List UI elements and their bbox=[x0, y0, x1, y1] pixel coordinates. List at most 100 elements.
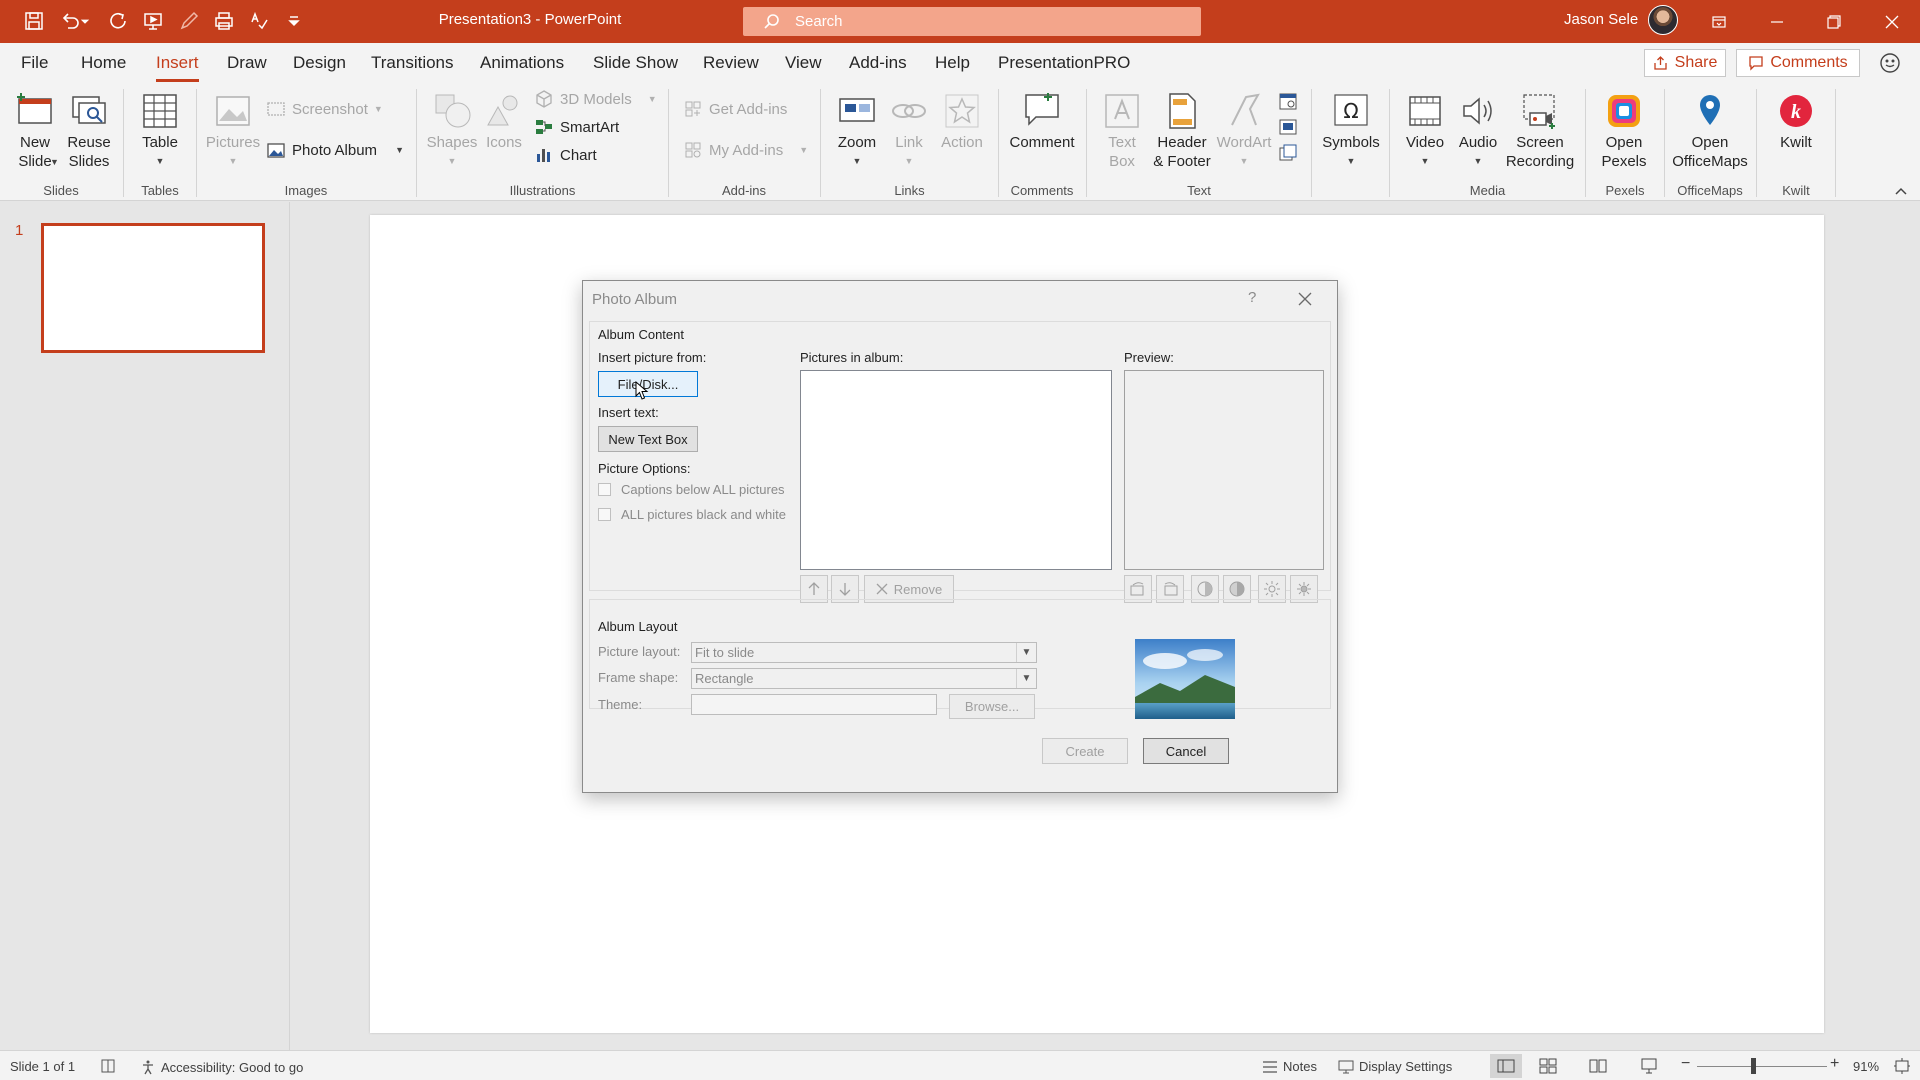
chart-button[interactable]: Chart bbox=[534, 143, 597, 167]
audio-button[interactable]: Audio ▼ bbox=[1453, 91, 1503, 171]
status-bar: Slide 1 of 1 Accessibility: Good to go N… bbox=[0, 1050, 1920, 1080]
slide-show-view-icon[interactable] bbox=[1640, 1057, 1658, 1075]
fit-slide-to-window-icon[interactable] bbox=[1893, 1057, 1911, 1075]
zoom-out-icon[interactable]: − bbox=[1681, 1055, 1690, 1073]
insert-object-icon[interactable] bbox=[1278, 143, 1298, 163]
create-button[interactable]: Create bbox=[1042, 738, 1128, 764]
symbols-button[interactable]: Ω Symbols ▼ bbox=[1320, 91, 1382, 171]
avatar[interactable] bbox=[1648, 5, 1678, 35]
tab-animations[interactable]: Animations bbox=[480, 53, 564, 73]
table-button[interactable]: Table ▼ bbox=[135, 91, 185, 171]
ribbon-display-options-icon[interactable] bbox=[1691, 0, 1747, 43]
accessibility-status[interactable]: Accessibility: Good to go bbox=[140, 1059, 303, 1075]
feedback-smiley-icon[interactable] bbox=[1878, 51, 1902, 75]
smartart-button[interactable]: SmartArt bbox=[534, 115, 619, 139]
display-settings-button[interactable]: Display Settings bbox=[1338, 1059, 1452, 1074]
tab-review[interactable]: Review bbox=[703, 53, 759, 73]
notes-button[interactable]: Notes bbox=[1262, 1059, 1317, 1074]
dialog-close-icon[interactable] bbox=[1295, 289, 1315, 309]
tab-help[interactable]: Help bbox=[935, 53, 970, 73]
zoom-button[interactable]: Zoom ▼ bbox=[832, 91, 882, 171]
slide-sorter-icon[interactable] bbox=[1539, 1058, 1557, 1074]
links-group-label: Links bbox=[894, 183, 925, 198]
link-button[interactable]: Link ▼ bbox=[886, 91, 932, 171]
text-box-label: Text Box bbox=[1108, 134, 1136, 170]
comments-label: Comments bbox=[1770, 54, 1848, 71]
action-button[interactable]: Action bbox=[938, 91, 986, 152]
remove-label: Remove bbox=[893, 581, 943, 597]
zoom-level[interactable]: 91% bbox=[1853, 1059, 1879, 1074]
wordart-button[interactable]: WordArt ▼ bbox=[1216, 91, 1272, 171]
zoom-in-icon[interactable]: + bbox=[1830, 1055, 1839, 1073]
picture-layout-select[interactable]: Fit to slide ▼ bbox=[691, 642, 1037, 663]
help-icon[interactable]: ? bbox=[1248, 289, 1256, 306]
video-button[interactable]: Video ▼ bbox=[1400, 91, 1450, 171]
wordart-label: WordArt bbox=[1216, 134, 1272, 151]
tab-add-ins[interactable]: Add-ins bbox=[849, 53, 907, 73]
screenshot-button[interactable]: Screenshot ▼ bbox=[266, 97, 383, 121]
cancel-button[interactable]: Cancel bbox=[1143, 738, 1229, 764]
open-pexels-button[interactable]: Open Pexels bbox=[1598, 91, 1650, 171]
chevron-down-icon: ▼ bbox=[1016, 669, 1036, 688]
text-box-icon bbox=[1105, 94, 1139, 128]
text-box-button[interactable]: Text Box bbox=[1098, 91, 1146, 171]
frame-shape-select[interactable]: Rectangle ▼ bbox=[691, 668, 1037, 689]
close-icon[interactable] bbox=[1864, 0, 1920, 43]
captions-below-checkbox[interactable] bbox=[598, 483, 611, 496]
zoom-slider-thumb[interactable] bbox=[1751, 1058, 1756, 1074]
new-text-box-button[interactable]: New Text Box bbox=[598, 426, 698, 452]
restore-icon[interactable] bbox=[1806, 0, 1862, 43]
photo-album-button[interactable]: Photo Album ▼ bbox=[266, 138, 404, 162]
picture-options-label: Picture Options: bbox=[598, 461, 691, 476]
images-group-label: Images bbox=[284, 183, 328, 198]
tab-file[interactable]: File bbox=[21, 53, 48, 73]
reading-view-icon[interactable] bbox=[1589, 1058, 1607, 1074]
pictures-label: Pictures bbox=[205, 134, 261, 151]
black-white-checkbox[interactable] bbox=[598, 508, 611, 521]
shapes-button[interactable]: Shapes ▼ bbox=[426, 91, 478, 171]
minimize-icon[interactable] bbox=[1749, 0, 1805, 43]
photo-album-dialog: Photo Album ? Album Content Insert pictu… bbox=[582, 280, 1338, 793]
tab-draw[interactable]: Draw bbox=[227, 53, 267, 73]
tab-slide-show[interactable]: Slide Show bbox=[593, 53, 678, 73]
tab-insert[interactable]: Insert bbox=[156, 53, 199, 82]
tab-home[interactable]: Home bbox=[81, 53, 126, 73]
slide-number-icon[interactable] bbox=[1278, 117, 1298, 137]
smartart-label: SmartArt bbox=[560, 118, 620, 136]
search-box[interactable]: Search bbox=[743, 7, 1201, 36]
icons-button[interactable]: Icons bbox=[481, 91, 527, 152]
brightness-up-icon bbox=[1264, 581, 1280, 597]
share-icon bbox=[1653, 56, 1667, 70]
browse-button[interactable]: Browse... bbox=[949, 694, 1035, 719]
date-time-icon[interactable] bbox=[1278, 91, 1298, 111]
kwilt-button[interactable]: k Kwilt bbox=[1772, 91, 1820, 152]
comments-button[interactable]: Comments bbox=[1736, 49, 1860, 77]
open-officemaps-button[interactable]: Open OfficeMaps bbox=[1668, 91, 1752, 171]
get-add-ins-button[interactable]: Get Add-ins bbox=[683, 97, 787, 121]
pexels-group-label: Pexels bbox=[1605, 183, 1645, 198]
tab-presentationpro[interactable]: PresentationPRO bbox=[998, 53, 1130, 73]
slide-thumbnail[interactable] bbox=[41, 223, 265, 353]
tab-design[interactable]: Design bbox=[293, 53, 346, 73]
spelling-check-icon[interactable] bbox=[99, 1057, 117, 1075]
tab-view[interactable]: View bbox=[785, 53, 822, 73]
user-name[interactable]: Jason Sele bbox=[1564, 11, 1638, 28]
media-group-label: Media bbox=[1469, 183, 1506, 198]
tab-transitions[interactable]: Transitions bbox=[371, 53, 454, 73]
3d-models-button[interactable]: 3D Models ▼ bbox=[534, 87, 657, 111]
comment-button[interactable]: Comment bbox=[1006, 91, 1078, 152]
zoom-slider-track[interactable] bbox=[1697, 1066, 1827, 1067]
pictures-in-album-label: Pictures in album: bbox=[800, 350, 904, 365]
header-footer-button[interactable]: Header & Footer bbox=[1150, 91, 1214, 171]
reuse-slides-button[interactable]: Reuse Slides bbox=[64, 91, 114, 171]
pictures-button[interactable]: Pictures ▼ bbox=[205, 91, 261, 171]
share-button[interactable]: Share bbox=[1644, 49, 1726, 77]
pictures-in-album-list[interactable] bbox=[800, 370, 1112, 570]
screen-recording-button[interactable]: Screen Recording bbox=[1506, 91, 1574, 171]
my-add-ins-label: My Add-ins bbox=[709, 141, 784, 159]
theme-input[interactable] bbox=[691, 694, 937, 715]
collapse-ribbon-icon[interactable] bbox=[1894, 186, 1908, 196]
text-group-label: Text bbox=[1187, 183, 1211, 198]
normal-view-button[interactable] bbox=[1490, 1054, 1522, 1078]
my-add-ins-button[interactable]: My Add-ins ▼ bbox=[683, 138, 808, 162]
